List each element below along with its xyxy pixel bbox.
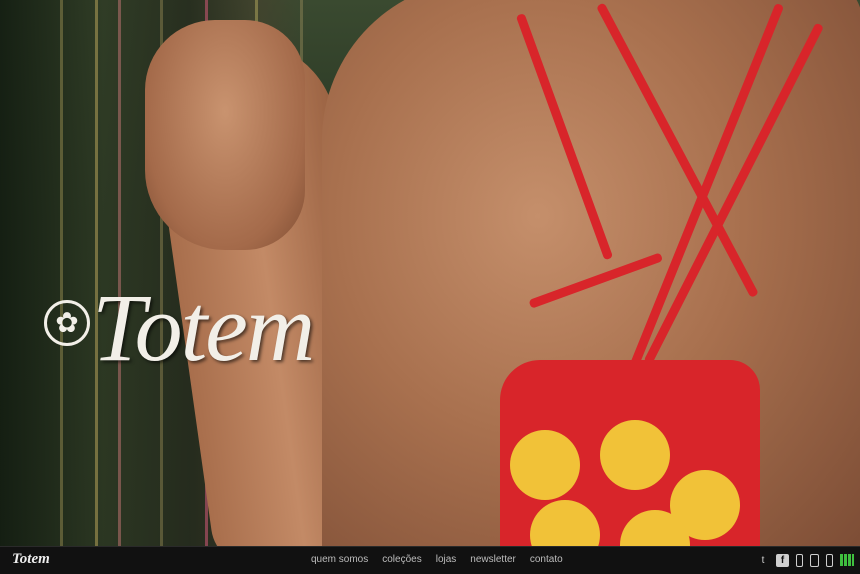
nav-contato[interactable]: contato xyxy=(530,554,563,565)
social-icons: t f xyxy=(757,553,854,567)
nav-newsletter[interactable]: newsletter xyxy=(470,554,516,565)
grid-icon[interactable] xyxy=(840,554,854,566)
nav-colecoes[interactable]: coleções xyxy=(382,554,421,565)
model-hand xyxy=(145,20,305,250)
hero-image: ✿ Totem xyxy=(0,0,860,546)
phone-icon[interactable] xyxy=(826,553,833,567)
dress-print xyxy=(500,360,760,546)
facebook-icon[interactable]: f xyxy=(776,553,789,567)
mobile-icon[interactable] xyxy=(796,553,803,567)
main-nav: quem somos coleções lojas newsletter con… xyxy=(311,554,563,565)
nav-quem-somos[interactable]: quem somos xyxy=(311,554,368,565)
twitter-icon[interactable]: t xyxy=(757,553,769,567)
nav-lojas[interactable]: lojas xyxy=(436,554,457,565)
bottom-navigation-bar: Totem quem somos coleções lojas newslett… xyxy=(0,546,860,574)
brand-logo[interactable]: Totem xyxy=(40,272,315,383)
footer-logo[interactable]: Totem xyxy=(12,551,50,568)
tablet-icon[interactable] xyxy=(810,553,819,567)
